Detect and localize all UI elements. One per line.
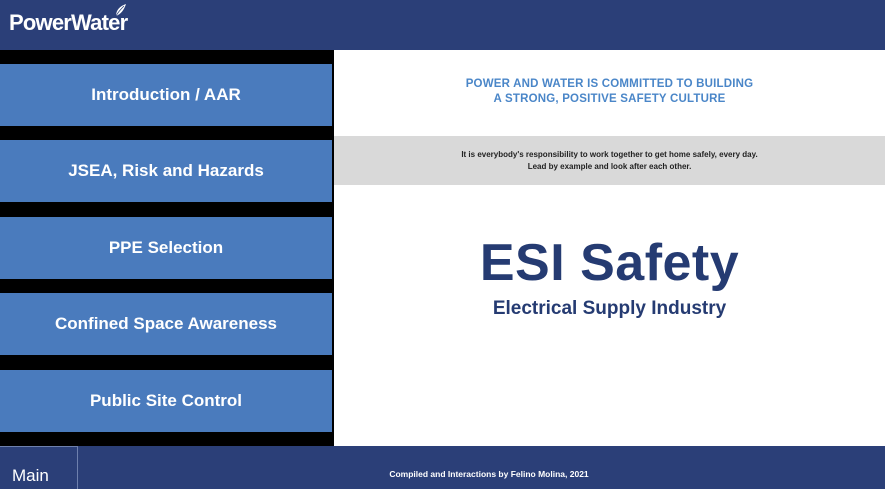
powerwater-logo: PowerWater [9, 4, 128, 39]
nav-button-ppe[interactable]: PPE Selection [0, 217, 332, 279]
nav-button-public-site[interactable]: Public Site Control [0, 370, 332, 432]
app-header: PowerWater [0, 0, 885, 50]
nav-panel: Introduction / AAR JSEA, Risk and Hazard… [0, 50, 334, 446]
main-tab[interactable]: Main [0, 446, 78, 489]
nav-button-label: Introduction / AAR [91, 85, 241, 104]
responsibility-banner: It is everybody's responsibility to work… [334, 136, 885, 185]
nav-button-label: Confined Space Awareness [54, 314, 278, 333]
app-footer: Main Compiled and Interactions by Felino… [0, 446, 885, 489]
commitment-line: POWER AND WATER IS COMMITTED TO BUILDING [465, 78, 754, 90]
commitment-line: A STRONG, POSITIVE SAFETY CULTURE [493, 93, 726, 105]
nav-button-confined-space[interactable]: Confined Space Awareness [0, 293, 332, 355]
content-panel: POWER AND WATER IS COMMITTED TO BUILDING… [334, 50, 885, 446]
nav-button-introduction[interactable]: Introduction / AAR [0, 64, 332, 126]
responsibility-line: It is everybody's responsibility to work… [461, 150, 758, 159]
responsibility-line: Lead by example and look after each othe… [527, 162, 692, 171]
nav-button-jsea[interactable]: JSEA, Risk and Hazards [0, 140, 332, 202]
page-subtitle: Electrical Supply Industry [492, 298, 727, 319]
commitment-statement: POWER AND WATER IS COMMITTED TO BUILDING… [334, 77, 885, 107]
brand-name: PowerWater [9, 10, 128, 35]
nav-button-label: JSEA, Risk and Hazards [68, 161, 264, 180]
credits-text: Compiled and Interactions by Felino Moli… [389, 469, 589, 479]
nav-button-label: Public Site Control [89, 391, 243, 410]
leaf-icon [115, 4, 126, 17]
page-title: ESI Safety [479, 234, 740, 292]
nav-button-label: PPE Selection [108, 238, 224, 257]
